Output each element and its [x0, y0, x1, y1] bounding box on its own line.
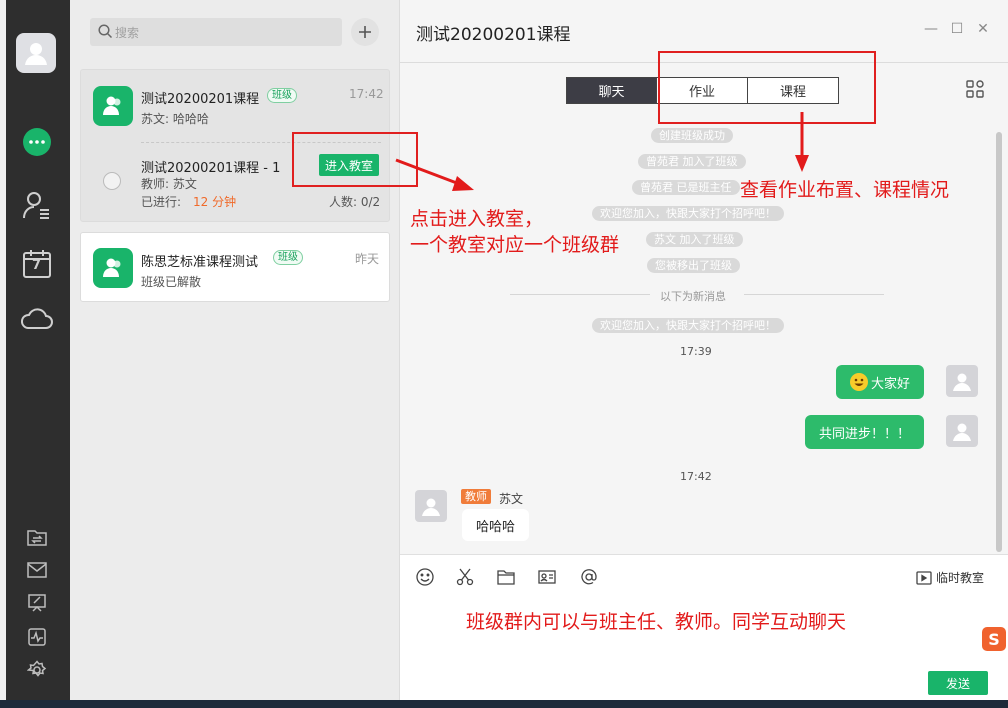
classroom-title: 测试20200201课程 - 1: [141, 161, 281, 176]
input-method-icon[interactable]: S: [981, 626, 1007, 652]
add-button[interactable]: [351, 18, 379, 46]
my-avatar[interactable]: [946, 365, 978, 397]
mail-icon[interactable]: [25, 558, 49, 582]
annotation-chat: 班级群内可以与班主任、教师。同学互动聊天: [466, 611, 847, 633]
activity-icon[interactable]: [25, 625, 49, 649]
session-preview: 班级已解散: [141, 275, 202, 289]
left-nav-rail: 7: [0, 0, 70, 700]
system-message: 创建班级成功: [651, 128, 733, 143]
annotation-enter-classroom: 点击进入教室， 一个教室对应一个班级群: [410, 206, 619, 258]
new-messages-line-right: [744, 294, 884, 295]
send-button[interactable]: 发送: [928, 671, 988, 695]
ongoing-duration: 12 分钟: [193, 195, 237, 209]
avatar[interactable]: [16, 33, 56, 73]
teacher-avatar[interactable]: [415, 490, 447, 522]
whiteboard-icon[interactable]: [25, 591, 49, 615]
annotation-tabs: 查看作业布置、课程情况: [740, 179, 950, 201]
timestamp: 17:39: [680, 345, 712, 358]
svg-text:S: S: [988, 630, 1000, 649]
temporary-classroom-button[interactable]: 临时教室: [916, 569, 984, 586]
chat-bubble-icon[interactable]: [20, 126, 54, 160]
system-message: 欢迎您加入，快跟大家打个招呼吧！: [592, 206, 784, 221]
system-message: 苏文 加入了班级: [646, 232, 743, 247]
session-item-standard-course[interactable]: 陈思芝标准课程测试 班级 昨天 班级已解散: [80, 232, 390, 302]
session-list-panel: 搜索 测试20200201课程 班级 17:42 苏文: 哈哈哈 测试20200…: [70, 0, 400, 700]
file-transfer-icon[interactable]: [25, 525, 49, 549]
teacher-role-tag: 教师: [461, 489, 491, 504]
search-placeholder: 搜索: [115, 26, 140, 40]
mention-icon[interactable]: [579, 567, 599, 587]
calendar-icon[interactable]: 7: [20, 246, 54, 280]
session-title: 测试20200201课程: [141, 92, 260, 107]
my-message-text: 大家好: [871, 376, 911, 392]
settings-icon[interactable]: [25, 658, 49, 682]
annotation-line: 一个教室对应一个班级群: [410, 234, 620, 256]
contacts-icon[interactable]: [20, 188, 54, 222]
highlight-box-enter: [292, 132, 418, 187]
apps-grid-icon[interactable]: [966, 80, 984, 98]
member-count: 人数: 0/2: [329, 195, 381, 209]
plus-icon: [359, 26, 371, 38]
session-time: 17:42: [349, 87, 384, 101]
folder-icon[interactable]: [496, 567, 516, 587]
sender-name: 苏文: [499, 492, 524, 506]
my-message-text: 共同进步！！！: [819, 426, 911, 442]
session-title: 陈思芝标准课程测试: [141, 255, 259, 270]
emoji-icon[interactable]: [415, 567, 435, 587]
my-avatar[interactable]: [946, 415, 978, 447]
chat-panel: 测试20200201课程 — ☐ ✕ 聊天 作业 课程 创建班级成功 曾苑君 加…: [400, 0, 1008, 700]
my-message-bubble[interactable]: 共同进步！！！: [805, 415, 925, 449]
scrollbar[interactable]: [996, 132, 1002, 552]
window-edge: [0, 0, 6, 700]
os-taskbar: [0, 700, 1008, 708]
minimize-icon[interactable]: —: [924, 22, 938, 36]
maximize-icon[interactable]: ☐: [950, 22, 964, 36]
new-messages-line-left: [510, 294, 650, 295]
teacher-message-bubble[interactable]: 哈哈哈: [462, 509, 530, 541]
calendar-day: 7: [32, 258, 42, 273]
temporary-classroom-label: 临时教室: [936, 571, 985, 585]
classroom-icon: [103, 172, 121, 190]
video-icon: [916, 570, 932, 585]
search-box[interactable]: 搜索: [90, 18, 342, 46]
contact-card-icon[interactable]: [537, 567, 557, 587]
system-message: 您被移出了班级: [647, 258, 740, 273]
class-badge: 班级: [273, 250, 303, 265]
smile-emoji-icon: [850, 373, 868, 391]
search-icon: [98, 24, 113, 39]
tab-chat[interactable]: 聊天: [566, 77, 657, 104]
class-badge: 班级: [267, 88, 297, 103]
my-message-bubble[interactable]: 大家好: [836, 365, 925, 399]
timestamp: 17:42: [680, 470, 712, 483]
group-avatar-icon: [93, 86, 133, 126]
session-time: 昨天: [355, 252, 380, 266]
system-message: 欢迎您加入，快跟大家打个招呼吧！: [592, 318, 784, 333]
session-preview: 苏文: 哈哈哈: [141, 112, 209, 126]
chat-title: 测试20200201课程: [416, 25, 571, 45]
ongoing-label: 已进行:: [141, 195, 182, 209]
new-messages-divider: 以下为新消息: [660, 290, 726, 303]
system-message: 曾苑君 已是班主任: [632, 180, 740, 195]
teacher-message-text: 哈哈哈: [476, 519, 516, 535]
cloud-icon[interactable]: [20, 301, 54, 335]
highlight-box-tabs: [658, 51, 876, 124]
system-message: 曾苑君 加入了班级: [638, 154, 746, 169]
annotation-line: 点击进入教室，: [410, 208, 544, 230]
scissors-icon[interactable]: [455, 567, 475, 587]
group-avatar-icon: [93, 248, 133, 288]
teacher-label: 教师: 苏文: [141, 177, 197, 191]
close-icon[interactable]: ✕: [976, 22, 990, 36]
